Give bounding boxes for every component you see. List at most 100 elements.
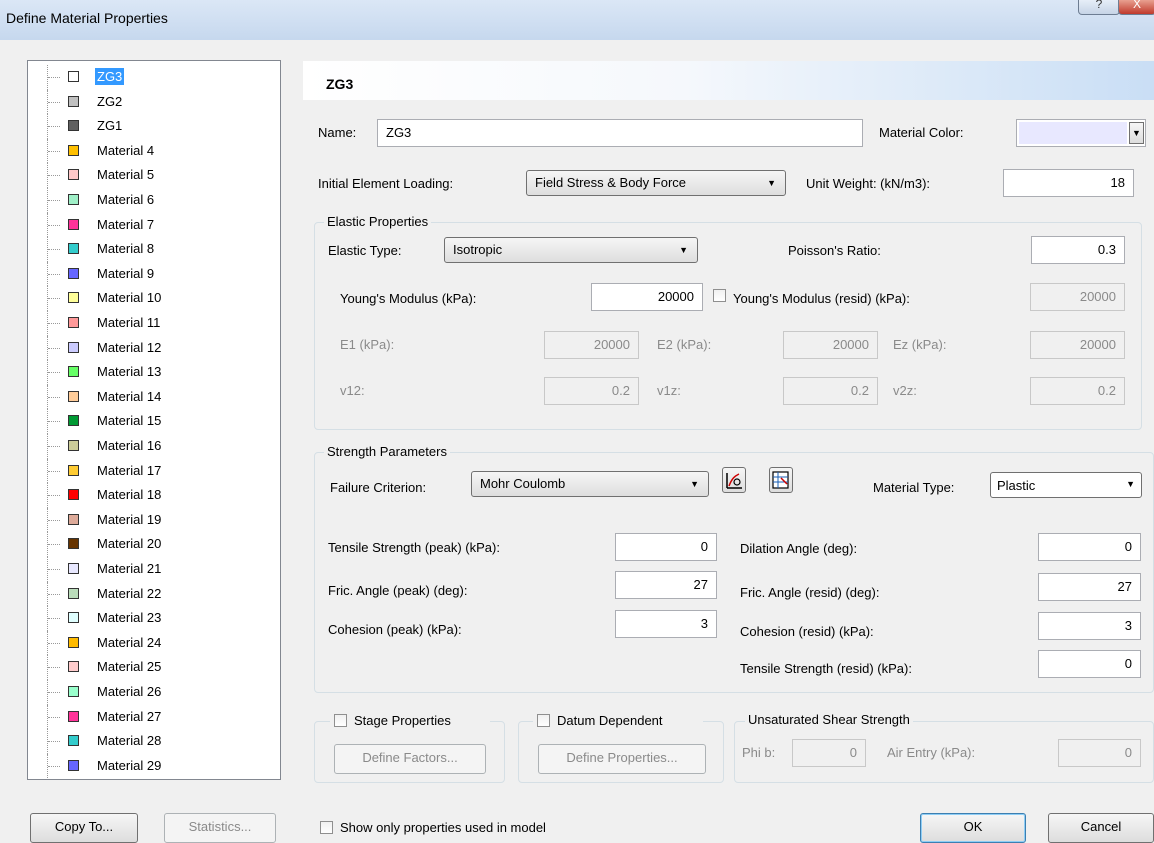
tree-item[interactable]: Material 24 [28, 630, 280, 656]
young-resid-input[interactable]: 20000 [1030, 283, 1125, 311]
elastic-properties-group [314, 222, 1142, 430]
cancel-button[interactable]: Cancel [1048, 813, 1154, 843]
tree-item[interactable]: ZG2 [28, 89, 280, 115]
name-label: Name: [318, 125, 357, 140]
unit-weight-input[interactable]: 18 [1003, 169, 1134, 197]
help-icon: ? [1095, 0, 1103, 11]
material-type-select[interactable]: Plastic ▼ [990, 472, 1142, 498]
material-swatch [68, 71, 79, 82]
material-color-combo[interactable]: ▼ [1016, 119, 1146, 147]
material-swatch [68, 563, 79, 574]
air-entry-input[interactable]: 0 [1058, 739, 1141, 767]
v12-input[interactable]: 0.2 [544, 377, 639, 405]
material-swatch [68, 759, 79, 771]
tree-item[interactable]: Material 29 [28, 753, 280, 779]
tree-connector-branch [48, 692, 60, 694]
tree-connector-branch [48, 667, 60, 669]
cohesion-resid-input[interactable]: 3 [1038, 612, 1141, 640]
tree-item[interactable]: Material 25 [28, 655, 280, 680]
tree-item[interactable]: Material 22 [28, 581, 280, 607]
v2z-input[interactable]: 0.2 [1030, 377, 1125, 405]
tree-item[interactable]: Material 9 [28, 261, 280, 287]
tree-item-label: Material 29 [97, 757, 162, 773]
tensile-peak-input[interactable]: 0 [615, 533, 717, 561]
v1z-input[interactable]: 0.2 [783, 377, 878, 405]
stage-properties-checkbox[interactable] [334, 714, 347, 727]
define-properties-button[interactable]: Define Properties... [538, 744, 706, 774]
phi-b-input[interactable]: 0 [792, 739, 866, 767]
tree-item[interactable]: ZG3 [28, 65, 280, 90]
tree-item-label: Material 21 [97, 561, 162, 576]
e2-input[interactable]: 20000 [783, 331, 878, 359]
tree-item-label: Material 22 [97, 585, 162, 601]
tree-connector-branch [48, 347, 60, 350]
tree-item[interactable]: Material 23 [28, 606, 280, 631]
criterion-table-button[interactable] [769, 467, 793, 493]
tree-item-label: Material 11 [97, 315, 161, 330]
tree-item[interactable]: Material 5 [28, 163, 280, 188]
tree-item[interactable]: Material 12 [28, 335, 280, 361]
tree-item[interactable]: Material 21 [28, 557, 280, 582]
unit-weight-label: Unit Weight: (kN/m3): [806, 176, 931, 191]
tree-item[interactable]: Material 18 [28, 483, 280, 508]
tree-item[interactable]: Material 6 [28, 188, 280, 213]
material-tree[interactable]: ZG3 ZG2 ZG1 Material 4 Material 5 Material 6 M… [27, 60, 281, 780]
tree-item-label: Material 24 [97, 634, 162, 650]
tree-item-label: Material 7 [97, 216, 155, 232]
ez-input[interactable]: 20000 [1030, 331, 1125, 359]
cohesion-peak-input[interactable]: 3 [615, 610, 717, 638]
poisson-input[interactable]: 0.3 [1031, 236, 1125, 264]
ok-button[interactable]: OK [920, 813, 1026, 843]
failure-criterion-label: Failure Criterion: [330, 480, 427, 495]
tree-item[interactable]: Material 8 [28, 237, 280, 262]
material-header: ZG3 [303, 61, 1154, 100]
tree-item[interactable]: Material 28 [28, 729, 280, 754]
fric-peak-input[interactable]: 27 [615, 571, 717, 599]
material-swatch [68, 341, 79, 353]
criterion-fit-button[interactable] [722, 467, 746, 493]
show-only-checkbox[interactable] [320, 821, 333, 834]
tree-item[interactable]: Material 17 [28, 458, 280, 484]
tree-connector-branch [48, 101, 60, 104]
young-input[interactable]: 20000 [591, 283, 703, 311]
help-button[interactable]: ? [1078, 0, 1120, 15]
close-button[interactable]: X [1118, 0, 1154, 15]
failure-criterion-select[interactable]: Mohr Coulomb ▼ [471, 471, 709, 497]
tree-connector-branch [48, 716, 60, 719]
tree-item[interactable]: Material 27 [28, 704, 280, 730]
tree-item[interactable]: Material 7 [28, 212, 280, 238]
tree-item[interactable]: Material 11 [28, 311, 280, 336]
material-swatch [68, 513, 79, 525]
young-resid-checkbox[interactable] [713, 289, 726, 302]
tree-item[interactable]: Material 14 [28, 384, 280, 410]
tree-item[interactable]: Material 15 [28, 409, 280, 434]
dilation-input[interactable]: 0 [1038, 533, 1141, 561]
tree-item[interactable]: Material 13 [28, 360, 280, 385]
statistics-button[interactable]: Statistics... [164, 813, 276, 843]
material-swatch [68, 489, 79, 501]
v1z-label: v1z: [657, 383, 681, 398]
copy-to-button[interactable]: Copy To... [30, 813, 138, 843]
material-type-value: Plastic [997, 478, 1036, 493]
tree-connector-branch [48, 175, 60, 177]
material-swatch [68, 144, 79, 156]
tree-item[interactable]: Material 19 [28, 507, 280, 533]
tree-item[interactable]: Material 4 [28, 138, 280, 164]
name-input[interactable]: ZG3 [377, 119, 863, 147]
stage-properties-header: Stage Properties [330, 712, 490, 730]
tree-item[interactable]: ZG1 [28, 114, 280, 139]
datum-dependent-checkbox[interactable] [537, 714, 550, 727]
e1-input[interactable]: 20000 [544, 331, 639, 359]
define-factors-button[interactable]: Define Factors... [334, 744, 486, 774]
ez-label: Ez (kPa): [893, 337, 947, 352]
tree-item[interactable]: Material 26 [28, 680, 280, 705]
initial-loading-select[interactable]: Field Stress & Body Force ▼ [526, 170, 786, 196]
tree-item[interactable]: Material 10 [28, 286, 280, 311]
tree-item[interactable]: Material 16 [28, 434, 280, 459]
tree-item[interactable]: Material 20 [28, 532, 280, 557]
chevron-down-icon[interactable]: ▼ [1129, 122, 1144, 144]
fric-resid-input[interactable]: 27 [1038, 573, 1141, 601]
elastic-type-select[interactable]: Isotropic ▼ [444, 237, 698, 263]
tensile-resid-input[interactable]: 0 [1038, 650, 1141, 678]
e1-label: E1 (kPa): [340, 337, 395, 352]
